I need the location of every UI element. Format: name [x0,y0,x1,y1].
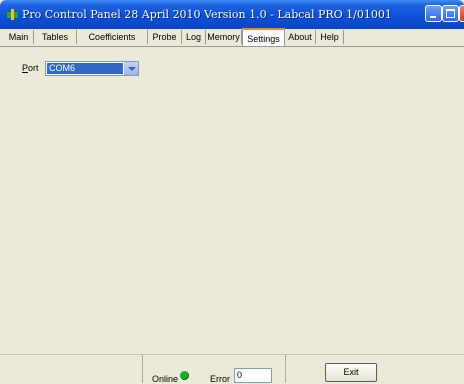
tab-bar: Main Tables Coefficients Probe Log Memor… [0,28,464,47]
maximize-icon [446,9,455,18]
tab-probe[interactable]: Probe [148,30,182,44]
window-title: Pro Control Panel 28 April 2010 Version … [22,8,392,21]
error-label: Error [210,374,230,384]
maximize-button[interactable] [442,5,459,22]
port-label: Port [22,63,39,73]
port-select-value: COM6 [47,63,123,74]
tab-coefficients[interactable]: Coefficients [77,30,148,44]
minimize-icon [430,16,436,18]
tab-settings[interactable]: Settings [242,28,285,46]
status-divider-left [142,355,143,383]
port-select-dropdown-button[interactable] [124,62,138,75]
tab-tables[interactable]: Tables [34,30,77,44]
settings-panel [5,47,457,352]
online-label: Online [152,374,179,384]
port-label-text: ort [28,63,39,73]
tab-memory[interactable]: Memory [206,30,242,44]
tab-about[interactable]: About [285,30,316,44]
title-bar[interactable]: Pro Control Panel 28 April 2010 Version … [0,0,464,29]
exit-button[interactable]: Exit [325,363,377,382]
tab-main[interactable]: Main [4,30,34,44]
status-bar: Online Error 0 Exit [0,354,464,384]
tab-log[interactable]: Log [182,30,206,44]
minimize-button[interactable] [425,5,442,22]
app-icon [7,9,18,20]
port-select[interactable]: COM6 [45,61,139,76]
tab-help[interactable]: Help [316,30,344,44]
online-indicator-icon [180,371,189,380]
close-button[interactable] [459,5,464,22]
error-field[interactable]: 0 [234,368,272,383]
chevron-down-icon [128,67,136,71]
status-divider-right [285,355,286,383]
